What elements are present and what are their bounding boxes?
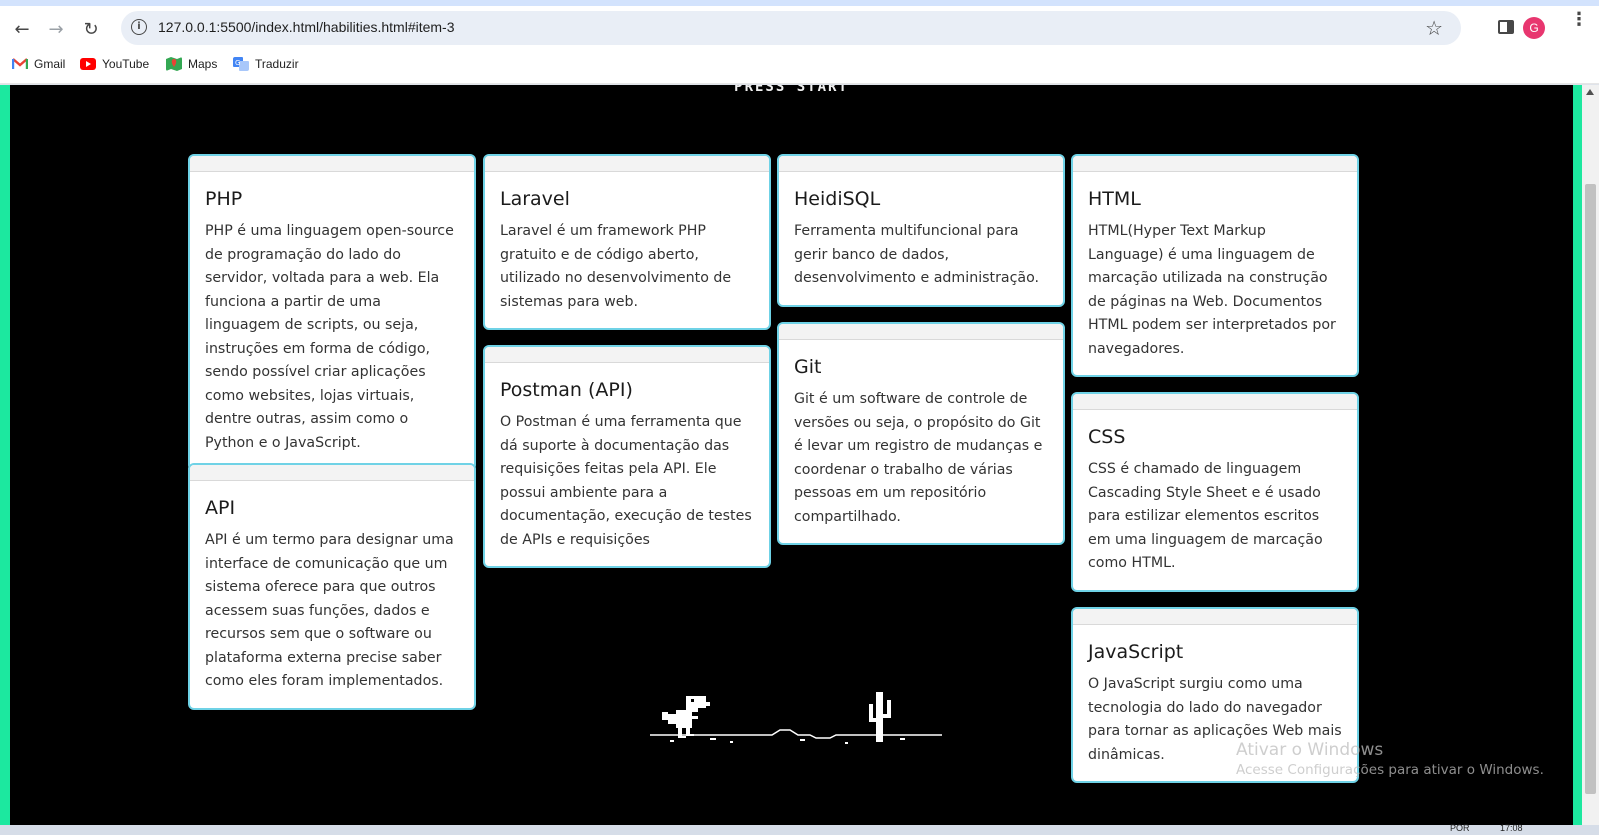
card-header [1073,394,1357,410]
taskbar-language[interactable]: POR [1450,823,1470,833]
scrollbar-thumb[interactable] [1585,184,1596,794]
youtube-icon [80,58,96,70]
taskbar-clock[interactable]: 17:08 [1500,823,1523,833]
gmail-icon [12,58,28,69]
card-header [190,465,474,481]
skill-card-api: API API é um termo para designar uma int… [188,463,476,710]
skill-card-postman: Postman (API) O Postman é uma ferramenta… [483,345,771,568]
bookmark-gmail[interactable]: Gmail [12,57,65,71]
forward-arrow-icon[interactable]: → [42,15,70,43]
browser-toolbar: ← → ↻ i 127.0.0.1:5500/index.html/habili… [0,6,1599,50]
windows-taskbar: POR 17:08 [0,823,1599,835]
card-title: HTML [1088,188,1141,210]
card-title: Postman (API) [500,379,633,401]
card-text: Ferramenta multifuncional para gerir ban… [794,223,1040,286]
card-text: PHP é uma linguagem open-source de progr… [205,223,454,451]
card-title: CSS [1088,426,1126,448]
skill-card-laravel: Laravel Laravel é um framework PHP gratu… [483,154,771,330]
card-header [485,347,769,363]
card-text: Git é um software de controle de versões… [794,391,1043,525]
dinosaur-icon [662,696,710,738]
bookmark-translate[interactable]: G Traduzir [233,57,299,71]
bookmark-youtube[interactable]: YouTube [80,57,149,71]
dino-game-illustration [650,692,942,744]
scroll-up-arrow-icon[interactable] [1586,89,1594,95]
maps-icon [166,57,182,71]
watermark-subtitle: Acesse Configurações para ativar o Windo… [1236,762,1544,778]
skill-card-css: CSS CSS é chamado de linguagem Cascading… [1071,392,1359,592]
back-arrow-icon[interactable]: ← [8,15,36,43]
translate-icon: G [233,57,249,71]
skill-card-html: HTML HTML(Hyper Text Markup Language) é … [1071,154,1359,377]
card-header [485,156,769,172]
windows-activation-watermark: Ativar o Windows Acesse Configurações pa… [1236,740,1544,778]
watermark-title: Ativar o Windows [1236,740,1384,760]
card-header [779,156,1063,172]
page-stage: PRESS START PHP PHP é uma linguagem open… [10,85,1573,825]
card-header [779,324,1063,340]
skill-card-php: PHP PHP é uma linguagem open-source de p… [188,154,476,471]
card-text: O Postman é uma ferramenta que dá suport… [500,414,752,548]
reload-icon[interactable]: ↻ [77,15,105,43]
site-info-icon[interactable]: i [131,19,147,35]
page-viewport: PRESS START PHP PHP é uma linguagem open… [0,85,1582,825]
card-title: Laravel [500,188,570,210]
card-text: API é um termo para designar uma interfa… [205,532,454,689]
skill-card-heidisql: HeidiSQL Ferramenta multifuncional para … [777,154,1065,307]
bookmarks-bar: Gmail YouTube Maps G Traduzir [0,50,1599,84]
card-header [1073,156,1357,172]
card-title: JavaScript [1088,641,1184,663]
dinosaur-eye [691,699,694,702]
bookmark-label: Gmail [34,57,66,71]
menu-kebab-icon[interactable]: ⋮ [1570,11,1588,29]
url-text[interactable]: 127.0.0.1:5500/index.html/habilities.htm… [158,19,455,35]
card-title: HeidiSQL [794,188,881,210]
address-bar[interactable]: i 127.0.0.1:5500/index.html/habilities.h… [121,11,1461,45]
bookmark-star-icon[interactable]: ☆ [1425,16,1443,40]
bookmark-label: YouTube [102,57,150,71]
bookmark-label: Traduzir [255,57,299,71]
card-title: API [205,497,236,519]
card-text: CSS é chamado de linguagem Cascading Sty… [1088,461,1323,571]
press-start-text: PRESS START [734,85,849,95]
card-title: Git [794,356,822,378]
card-title: PHP [205,188,243,210]
bookmark-label: Maps [188,57,218,71]
side-panel-icon[interactable] [1498,20,1514,34]
profile-avatar[interactable]: G [1523,17,1545,39]
card-header [190,156,474,172]
card-text: Laravel é um framework PHP gratuito e de… [500,223,732,310]
vertical-scrollbar[interactable] [1582,85,1599,825]
bookmark-maps[interactable]: Maps [166,57,217,71]
skill-card-git: Git Git é um software de controle de ver… [777,322,1065,545]
card-header [1073,609,1357,625]
svg-text:G: G [235,59,240,67]
card-text: HTML(Hyper Text Markup Language) é uma l… [1088,223,1336,357]
ground-pebbles [670,738,905,744]
